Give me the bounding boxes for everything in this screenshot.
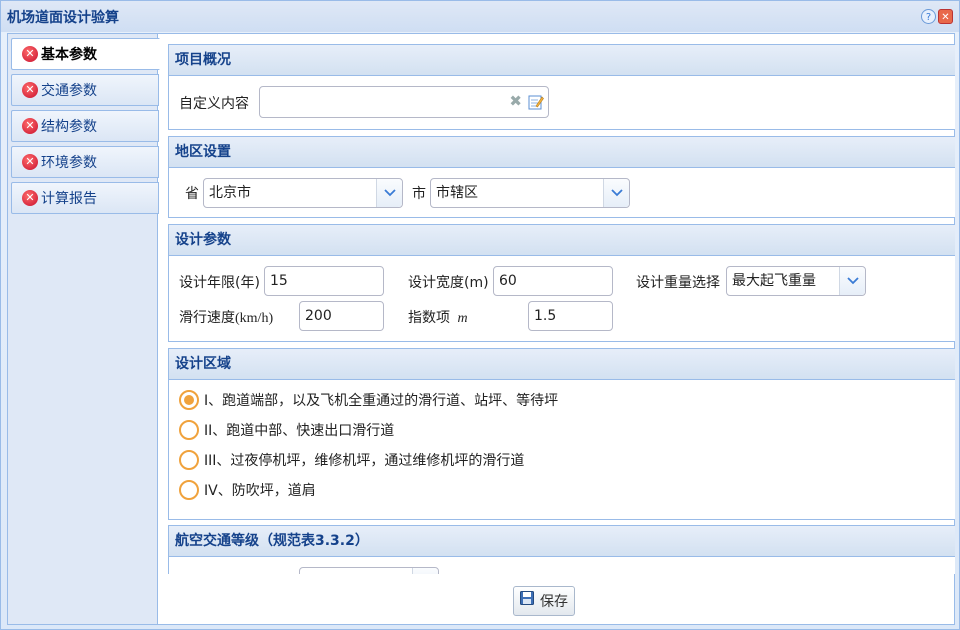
sidebar-item-environment[interactable]: ✕ 环境参数	[11, 146, 159, 178]
city-label: 市	[412, 186, 426, 202]
design-years-input[interactable]: 15	[264, 266, 384, 296]
zone-panel: 设计区域 I、跑道端部，以及飞机全重通过的滑行道、站坪、等待坪 II、跑道中部、…	[168, 348, 955, 520]
zone-option[interactable]: III、过夜停机坪，维修机坪，通过维修机坪的滑行道	[179, 450, 524, 470]
radio-button[interactable]	[179, 390, 199, 410]
custom-content-input[interactable]: ✖	[259, 86, 549, 118]
radio-button[interactable]	[179, 480, 199, 500]
panel-title: 航空交通等级（规范表3.3.2）	[169, 526, 955, 557]
chevron-down-icon[interactable]	[839, 267, 865, 295]
chevron-down-icon[interactable]	[603, 179, 629, 207]
sidebar-item-label: 环境参数	[41, 155, 97, 171]
taxi-speed-label: 滑行速度(km/h)	[179, 311, 274, 326]
window-title: 机场道面设计验算	[7, 10, 119, 26]
app-window: 机场道面设计验算 ? ✕ ✕ 基本参数 ✕ 交通参数 ✕ 结构参数 ✕ 环境参数…	[0, 0, 960, 630]
index-label: 指数项 m	[408, 310, 468, 326]
province-select[interactable]: 北京市	[203, 178, 403, 208]
zone-option[interactable]: I、跑道端部，以及飞机全重通过的滑行道、站坪、等待坪	[179, 390, 558, 410]
sidebar-item-label: 基本参数	[41, 47, 97, 63]
design-years-label: 设计年限(年)	[179, 275, 260, 291]
traffic-level-select[interactable]	[299, 567, 439, 574]
traffic-level-panel: 航空交通等级（规范表3.3.2）	[168, 525, 955, 574]
close-icon[interactable]: ✕	[938, 9, 953, 24]
sidebar-item-structure[interactable]: ✕ 结构参数	[11, 110, 159, 142]
sidebar-item-basic[interactable]: ✕ 基本参数	[11, 38, 160, 70]
chevron-down-icon[interactable]	[376, 179, 402, 207]
zone-option[interactable]: IV、防吹坪，道肩	[179, 480, 316, 500]
edit-icon[interactable]	[528, 94, 544, 110]
taxi-speed-input[interactable]: 200	[299, 301, 384, 331]
save-icon	[520, 591, 534, 605]
panel-title: 项目概况	[169, 45, 955, 76]
panel-title: 设计参数	[169, 225, 955, 256]
clear-icon[interactable]: ✖	[509, 87, 522, 115]
project-panel: 项目概况 自定义内容 ✖	[168, 44, 955, 130]
error-icon: ✕	[22, 154, 38, 170]
error-icon: ✕	[22, 46, 38, 62]
design-weight-select[interactable]: 最大起飞重量	[726, 266, 866, 296]
chevron-down-icon[interactable]	[412, 568, 438, 574]
sidebar-item-label: 计算报告	[41, 191, 97, 207]
design-width-input[interactable]: 60	[493, 266, 613, 296]
radio-button[interactable]	[179, 450, 199, 470]
sidebar-item-traffic[interactable]: ✕ 交通参数	[11, 74, 159, 106]
title-bar: 机场道面设计验算 ? ✕	[1, 1, 959, 32]
panel-title: 设计区域	[169, 349, 955, 380]
sidebar-item-label: 交通参数	[41, 83, 97, 99]
custom-content-label: 自定义内容	[179, 96, 249, 112]
error-icon: ✕	[22, 118, 38, 134]
sidebar-item-label: 结构参数	[41, 119, 97, 135]
radio-button[interactable]	[179, 420, 199, 440]
help-icon[interactable]: ?	[921, 9, 936, 24]
sidebar: ✕ 基本参数 ✕ 交通参数 ✕ 结构参数 ✕ 环境参数 ✕ 计算报告	[8, 34, 160, 624]
error-icon: ✕	[22, 190, 38, 206]
index-input[interactable]: 1.5	[528, 301, 613, 331]
zone-option[interactable]: II、跑道中部、快速出口滑行道	[179, 420, 394, 440]
province-label: 省	[185, 186, 199, 202]
design-weight-label: 设计重量选择	[636, 275, 720, 291]
sidebar-item-report[interactable]: ✕ 计算报告	[11, 182, 159, 214]
panel-title: 地区设置	[169, 137, 955, 168]
content-area: 项目概况 自定义内容 ✖ 地区设置 省 北京市 市 市辖区 设计参数 设计年限(…	[168, 34, 955, 574]
city-select[interactable]: 市辖区	[430, 178, 630, 208]
main-body: ✕ 基本参数 ✕ 交通参数 ✕ 结构参数 ✕ 环境参数 ✕ 计算报告 项目概况 …	[7, 33, 955, 625]
design-width-label: 设计宽度(m)	[408, 275, 489, 291]
region-panel: 地区设置 省 北京市 市 市辖区	[168, 136, 955, 218]
error-icon: ✕	[22, 82, 38, 98]
save-button[interactable]: 保存	[513, 586, 575, 616]
design-panel: 设计参数 设计年限(年) 15 设计宽度(m) 60 设计重量选择 最大起飞重量…	[168, 224, 955, 342]
radio-selected-dot	[184, 395, 194, 405]
